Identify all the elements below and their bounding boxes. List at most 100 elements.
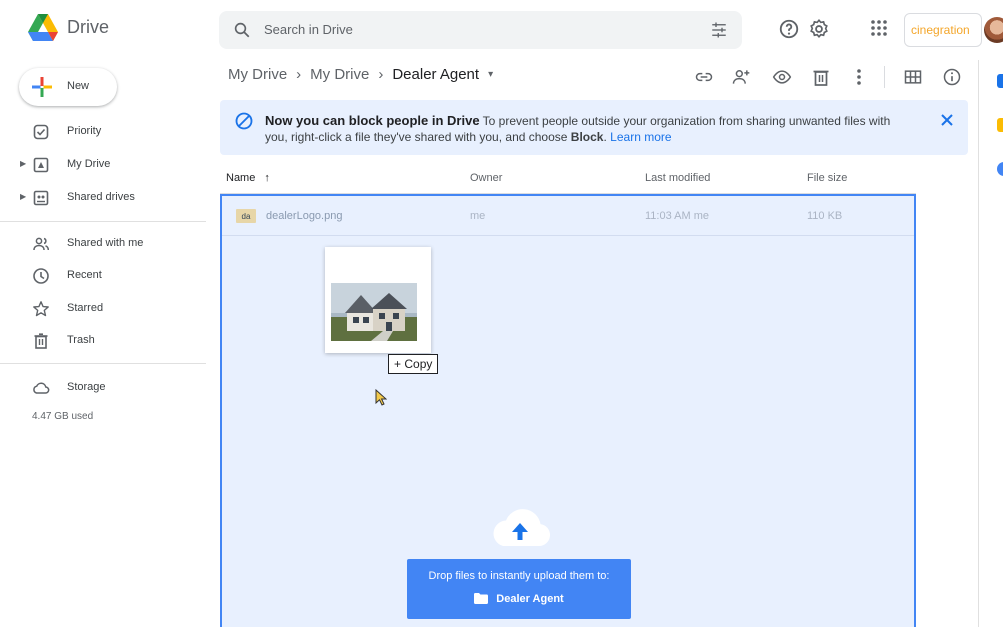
info-icon[interactable]	[942, 67, 962, 87]
new-button-label: New	[67, 80, 90, 92]
banner-message: Now you can block people in Drive To pre…	[265, 113, 915, 145]
upload-folder-name: Dealer Agent	[496, 593, 564, 605]
sidebar-item-shared-drives[interactable]: ▶ Shared drives	[0, 182, 210, 212]
copy-indicator: + Copy	[388, 354, 439, 374]
close-icon[interactable]	[939, 112, 955, 128]
my-drive-icon	[33, 157, 49, 173]
breadcrumb-current[interactable]: Dealer Agent	[392, 66, 479, 83]
shared-drives-icon	[33, 190, 49, 206]
copy-label: Copy	[404, 357, 433, 371]
sidebar-item-label: Recent	[67, 269, 102, 281]
column-header-modified[interactable]: Last modified	[645, 172, 710, 184]
image-file-icon: da	[236, 209, 256, 223]
share-icon[interactable]	[731, 67, 751, 87]
new-button[interactable]: New	[19, 68, 117, 106]
file-modified: 11:03 AM me	[645, 210, 709, 222]
house-thumbnail-image	[331, 283, 417, 341]
sidebar-divider	[0, 221, 206, 222]
help-icon[interactable]	[778, 18, 800, 40]
column-header-size[interactable]: File size	[807, 172, 847, 184]
sidebar: New Priority ▶ My Drive ▶ Shared drives …	[0, 60, 210, 627]
sidebar-item-label: Storage	[67, 381, 106, 393]
sidebar-divider	[0, 363, 206, 364]
search-icon[interactable]	[233, 21, 251, 39]
cloud-icon	[33, 382, 50, 394]
drive-logo-icon	[28, 14, 58, 41]
expand-arrow-icon[interactable]: ▶	[20, 192, 26, 201]
organization-logo[interactable]: cinegration	[904, 13, 982, 47]
column-header-name[interactable]: Name ↑	[226, 172, 270, 184]
sidebar-item-priority[interactable]: Priority	[0, 116, 210, 146]
breadcrumb-item[interactable]: My Drive	[228, 66, 287, 83]
keep-icon[interactable]	[997, 118, 1003, 132]
block-icon	[235, 112, 253, 130]
sidebar-item-recent[interactable]: Recent	[0, 260, 210, 290]
tasks-icon[interactable]	[997, 162, 1003, 176]
sidebar-item-trash[interactable]: Trash	[0, 325, 210, 355]
grid-view-icon[interactable]	[903, 67, 923, 87]
block-people-banner: Now you can block people in Drive To pre…	[220, 100, 968, 155]
mouse-cursor-icon	[375, 389, 387, 406]
sidebar-item-label: Shared with me	[67, 237, 144, 249]
dragged-file-preview	[325, 247, 431, 353]
upload-instruction: Drop files to instantly upload them to:	[428, 570, 610, 582]
sidebar-item-label: My Drive	[67, 158, 111, 170]
file-name: dealerLogo.png	[266, 210, 343, 222]
file-size: 110 KB	[807, 210, 843, 222]
sidebar-item-label: Priority	[67, 125, 102, 137]
priority-icon	[33, 124, 49, 140]
column-header-label: Name	[226, 172, 256, 184]
upload-cloud-icon	[493, 509, 551, 546]
storage-used-text: 4.47 GB used	[32, 411, 94, 422]
sort-up-arrow-icon[interactable]: ↑	[264, 172, 270, 184]
banner-bold-text: Block	[570, 130, 604, 144]
banner-heading: Now you can block people in Drive	[265, 113, 480, 128]
learn-more-link[interactable]: Learn more	[610, 130, 671, 144]
settings-icon[interactable]	[808, 18, 830, 40]
clock-icon	[33, 268, 49, 284]
chevron-down-icon[interactable]: ▾	[488, 69, 493, 80]
organization-name: cinegration	[911, 23, 970, 37]
breadcrumb: My Drive › My Drive › Dealer Agent ▾	[228, 66, 493, 83]
chevron-right-icon: ›	[296, 66, 302, 83]
breadcrumb-item[interactable]: My Drive	[310, 66, 369, 83]
upload-folder: Dealer Agent	[407, 593, 631, 605]
plus-icon	[32, 77, 52, 97]
calendar-icon[interactable]	[997, 74, 1003, 88]
sidebar-item-storage[interactable]: Storage	[0, 372, 210, 402]
table-row[interactable]: da dealerLogo.png me 11:03 AM me 110 KB	[222, 196, 914, 236]
expand-arrow-icon[interactable]: ▶	[20, 159, 26, 168]
sidebar-item-label: Shared drives	[67, 191, 135, 203]
upload-drop-zone[interactable]: da dealerLogo.png me 11:03 AM me 110 KB …	[220, 194, 916, 627]
column-header-owner[interactable]: Owner	[470, 172, 502, 184]
shared-with-me-icon	[33, 237, 50, 251]
sidebar-item-my-drive[interactable]: ▶ My Drive	[0, 149, 210, 179]
app-title: Drive	[67, 17, 110, 37]
sidebar-item-starred[interactable]: Starred	[0, 293, 210, 323]
star-icon	[33, 301, 49, 317]
delete-icon[interactable]	[812, 67, 830, 87]
more-options-icon[interactable]	[851, 67, 867, 87]
top-bar: Drive Search in Drive cinegration	[0, 0, 1003, 60]
preview-eye-icon[interactable]	[772, 67, 792, 87]
file-owner: me	[470, 210, 486, 222]
folder-icon	[474, 593, 489, 604]
search-input[interactable]: Search in Drive	[264, 22, 353, 37]
sidebar-item-shared-with-me[interactable]: Shared with me	[0, 228, 210, 258]
trash-icon	[34, 333, 48, 349]
sidebar-item-label: Trash	[67, 334, 95, 346]
apps-grid-icon[interactable]	[869, 18, 889, 38]
toolbar-divider	[884, 66, 885, 88]
svg-text:da: da	[242, 212, 251, 221]
search-bar[interactable]: Search in Drive	[219, 11, 742, 49]
chevron-right-icon: ›	[378, 66, 384, 83]
drive-logo[interactable]: Drive	[28, 14, 109, 41]
sidebar-item-label: Starred	[67, 302, 104, 314]
plus-icon: +	[394, 357, 402, 371]
search-options-icon[interactable]	[710, 21, 728, 39]
avatar[interactable]	[984, 17, 1003, 43]
banner-text-end: .	[603, 130, 607, 144]
side-panel	[978, 60, 1003, 627]
link-icon[interactable]	[694, 67, 714, 87]
upload-destination-tooltip: Drop files to instantly upload them to: …	[407, 559, 631, 619]
